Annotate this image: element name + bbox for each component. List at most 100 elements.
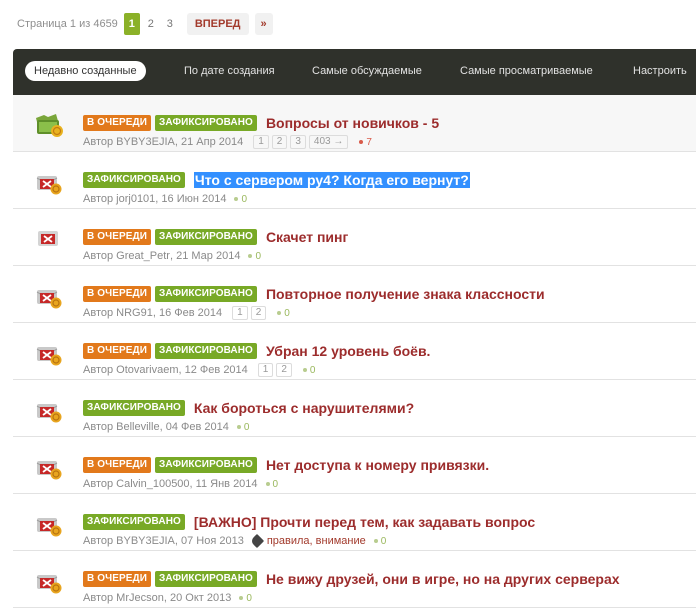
tab-most-discussed[interactable]: Самые обсуждаемые — [312, 65, 422, 77]
topic-row[interactable]: ЗАФИКСИРОВАНО Что с сервером ру4? Когда е… — [13, 152, 696, 209]
topic-locked-icon — [34, 568, 62, 594]
author-prefix: Автор — [83, 193, 114, 205]
author-link[interactable]: Great_Petr — [116, 250, 170, 262]
topic-title-link[interactable]: Вопросы от новичков - 5 — [266, 115, 439, 131]
topic-meta-line: Автор Calvin_100500, 11 Янв 2014 0 — [83, 478, 279, 490]
reply-count: 0 — [265, 479, 278, 490]
topic-page-link[interactable]: 3 — [290, 135, 306, 149]
topic-title-link[interactable]: Не вижу друзей, они в игре, но на других… — [266, 571, 620, 587]
topic-tags[interactable]: правила, внимание — [249, 533, 366, 549]
topic-list: В ОЧЕРЕДИ ЗАФИКСИРОВАНО Вопросы от новичко… — [13, 95, 696, 608]
fixed-badge: ЗАФИКСИРОВАНО — [155, 343, 257, 359]
topic-meta-line: Автор BYBY3EJIA, 07 Ноя 2013 правила, вни… — [83, 533, 387, 549]
author-link[interactable]: BYBY3EJIA — [116, 136, 175, 148]
author-prefix: Автор — [83, 250, 114, 262]
topic-row[interactable]: В ОЧЕРЕДИ ЗАФИКСИРОВАНО Вопросы от новичко… — [13, 95, 696, 152]
tab-by-creation-date[interactable]: По дате создания — [184, 65, 275, 77]
topic-hot-folder-icon — [34, 112, 63, 137]
topic-date: 21 Мар 2014 — [176, 250, 241, 262]
tab-customize[interactable]: Настроить — [633, 65, 687, 77]
reply-dot-icon — [248, 253, 253, 258]
reply-count: 0 — [239, 593, 252, 604]
topic-pages: 1 2 3 403 → — [253, 135, 351, 149]
reply-count-value: 0 — [243, 421, 250, 433]
topic-page-link[interactable]: 1 — [253, 135, 269, 149]
last-page-button[interactable]: » — [254, 13, 273, 35]
topic-row[interactable]: В ОЧЕРЕДИ ЗАФИКСИРОВАНО Не вижу друзей, он… — [13, 551, 696, 608]
topic-row[interactable]: В ОЧЕРЕДИ ЗАФИКСИРОВАНО Скачет пинг Автор G… — [13, 209, 696, 266]
topic-title-link[interactable]: Скачет пинг — [266, 229, 348, 245]
queue-badge: В ОЧЕРЕДИ — [83, 343, 152, 359]
topic-title-line: В ОЧЕРЕДИ ЗАФИКСИРОВАНО Убран 12 уровень б… — [83, 342, 430, 360]
topic-title-link[interactable]: [ВАЖНО] Прочти перед тем, как задавать в… — [194, 514, 535, 530]
topic-page-link[interactable]: 403 → — [308, 135, 349, 149]
topic-date: 12 Фев 2014 — [184, 364, 248, 376]
page-3-link[interactable]: 3 — [162, 13, 178, 35]
topic-page-link[interactable]: 2 — [276, 363, 292, 377]
topic-page-link[interactable]: 1 — [257, 363, 274, 377]
topic-row[interactable]: В ОЧЕРЕДИ ЗАФИКСИРОВАНО Повторное получени… — [13, 266, 696, 323]
author-link[interactable]: jorj0101 — [116, 193, 155, 205]
author-link[interactable]: BYBY3EJIA — [116, 535, 175, 547]
author-prefix: Автор — [83, 136, 114, 148]
topic-row[interactable]: ЗАФИКСИРОВАНО [ВАЖНО] Прочти перед тем, к… — [13, 494, 696, 551]
topic-meta-line: Автор Otovarivaem, 12 Фев 2014 1 2 0 — [83, 363, 316, 377]
author-link[interactable]: Calvin_100500 — [116, 478, 189, 490]
author-link[interactable]: NRG91 — [116, 307, 153, 319]
reply-dot-icon — [236, 424, 241, 429]
queue-badge: В ОЧЕРЕДИ — [83, 115, 152, 131]
reply-dot-icon — [373, 538, 378, 543]
tab-most-viewed[interactable]: Самые просматриваемые — [460, 65, 593, 77]
author-prefix: Автор — [83, 535, 114, 547]
reply-count: 0 — [302, 365, 315, 376]
reply-count-value: 0 — [255, 250, 261, 262]
reply-count-value: 7 — [366, 136, 372, 148]
next-page-button[interactable]: ВПЕРЕД — [186, 13, 249, 35]
topic-page-link[interactable]: 2 — [250, 306, 267, 320]
topic-meta-line: Автор Great_Petr, 21 Мар 2014 0 — [83, 250, 261, 262]
topic-locked-icon — [34, 283, 62, 309]
topic-title-line: ЗАФИКСИРОВАНО [ВАЖНО] Прочти перед тем, к… — [83, 513, 535, 531]
reply-count-value: 0 — [380, 535, 387, 547]
page-2-link[interactable]: 2 — [143, 13, 159, 35]
topic-row[interactable]: ЗАФИКСИРОВАНО Как бороться с нарушителями… — [13, 380, 696, 437]
reply-count-value: 0 — [284, 307, 290, 319]
topic-title-line: В ОЧЕРЕДИ ЗАФИКСИРОВАНО Нет доступа к номе… — [83, 456, 489, 474]
tag-list[interactable]: правила, внимание — [267, 535, 366, 547]
topic-page-link[interactable]: 2 — [271, 135, 288, 149]
page-1-link[interactable]: 1 — [123, 13, 140, 35]
fixed-badge: ЗАФИКСИРОВАНО — [83, 172, 185, 188]
topic-closed-icon — [34, 226, 62, 250]
author-prefix: Автор — [83, 478, 114, 490]
author-link[interactable]: Belleville — [116, 421, 159, 433]
queue-badge: В ОЧЕРЕДИ — [83, 286, 152, 302]
topic-locked-icon — [34, 169, 62, 195]
topic-title-link[interactable]: Повторное получение знака классности — [266, 286, 545, 302]
topic-title-line: В ОЧЕРЕДИ ЗАФИКСИРОВАНО Не вижу друзей, он… — [83, 570, 620, 588]
reply-count-value: 0 — [241, 193, 248, 205]
fixed-badge: ЗАФИКСИРОВАНО — [155, 229, 257, 245]
reply-dot-icon — [234, 196, 239, 201]
author-prefix: Автор — [83, 364, 114, 376]
author-prefix: Автор — [83, 592, 114, 604]
topic-row[interactable]: В ОЧЕРЕДИ ЗАФИКСИРОВАНО Нет доступа к номе… — [13, 437, 696, 494]
topic-page-link[interactable]: 1 — [232, 306, 248, 320]
topic-title-link[interactable]: Убран 12 уровень боёв. — [266, 343, 431, 359]
topic-title-link[interactable]: Нет доступа к номеру привязки. — [266, 457, 489, 473]
fixed-badge: ЗАФИКСИРОВАНО — [83, 400, 185, 416]
fixed-badge: ЗАФИКСИРОВАНО — [155, 457, 257, 473]
author-link[interactable]: Otovarivaem — [116, 364, 178, 376]
fixed-badge: ЗАФИКСИРОВАНО — [83, 514, 185, 530]
topic-title-line: В ОЧЕРЕДИ ЗАФИКСИРОВАНО Скачет пинг — [83, 228, 348, 246]
reply-dot-icon — [239, 595, 244, 600]
topic-title-line: ЗАФИКСИРОВАНО Что с сервером ру4? Когда е… — [83, 171, 470, 189]
reply-dot-icon — [359, 139, 364, 144]
author-link[interactable]: MrJecson — [116, 592, 164, 604]
tab-recently-created[interactable]: Недавно созданные — [25, 61, 146, 81]
topic-title-link[interactable]: Что с сервером ру4? Когда его вернут? — [193, 172, 470, 188]
topic-locked-icon — [34, 511, 62, 537]
topic-title-link[interactable]: Как бороться с нарушителями? — [194, 400, 414, 416]
topic-row[interactable]: В ОЧЕРЕДИ ЗАФИКСИРОВАНО Убран 12 уровень б… — [13, 323, 696, 380]
reply-dot-icon — [265, 481, 270, 486]
topic-meta-line: Автор MrJecson, 20 Окт 2013 0 — [83, 592, 252, 604]
